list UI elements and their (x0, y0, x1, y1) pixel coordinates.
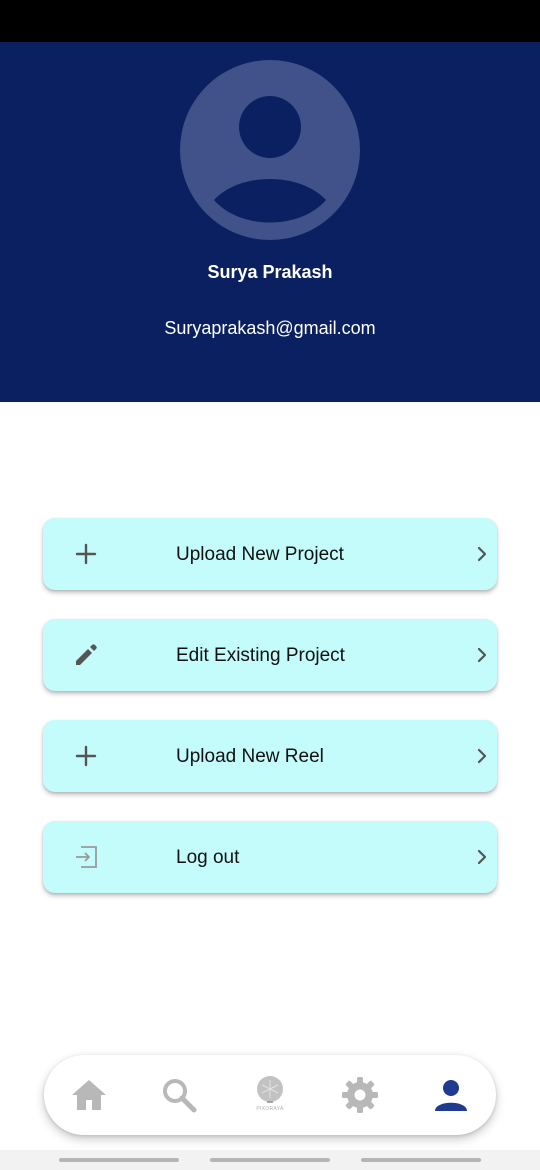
nav-home-button[interactable] (69, 1075, 109, 1115)
gesture-handle (361, 1158, 481, 1162)
search-icon (163, 1079, 197, 1113)
chevron-right-icon (475, 748, 489, 764)
nav-search-button[interactable] (159, 1075, 199, 1115)
gesture-handle (59, 1158, 179, 1162)
status-bar (0, 0, 540, 42)
nav-profile-button[interactable] (431, 1075, 471, 1115)
person-icon (435, 1080, 467, 1111)
logo-caption: PIXORAYA (256, 1106, 284, 1112)
plus-icon (73, 541, 99, 567)
gear-icon (342, 1077, 378, 1113)
profile-email: Suryaprakash@gmail.com (164, 318, 376, 338)
menu-item-label: Log out (176, 847, 240, 868)
chevron-right-icon (475, 849, 489, 865)
upload-new-project-button[interactable]: Upload New Project (43, 518, 497, 590)
profile-name: Surya Prakash (207, 262, 333, 282)
gesture-navigation-bar (0, 1150, 540, 1170)
gesture-handle (210, 1158, 330, 1162)
edit-existing-project-button[interactable]: Edit Existing Project (43, 619, 497, 691)
logout-button[interactable]: Log out (43, 821, 497, 893)
menu-item-label: Upload New Project (176, 544, 344, 565)
nav-settings-button[interactable] (340, 1075, 380, 1115)
plus-icon (73, 743, 99, 769)
profile-header: Surya Prakash Suryaprakash@gmail.com (0, 42, 540, 402)
home-icon (72, 1080, 106, 1110)
upload-new-reel-button[interactable]: Upload New Reel (43, 720, 497, 792)
menu-item-label: Upload New Reel (176, 746, 324, 767)
pencil-icon (73, 642, 99, 668)
bottom-navigation: PIXORAYA (44, 1055, 496, 1135)
chevron-right-icon (475, 546, 489, 562)
nav-logo-button[interactable]: PIXORAYA (250, 1075, 290, 1115)
menu-item-label: Edit Existing Project (176, 645, 345, 666)
logout-icon (73, 844, 99, 870)
chevron-right-icon (475, 647, 489, 663)
avatar[interactable] (180, 60, 360, 240)
person-icon (214, 96, 326, 223)
